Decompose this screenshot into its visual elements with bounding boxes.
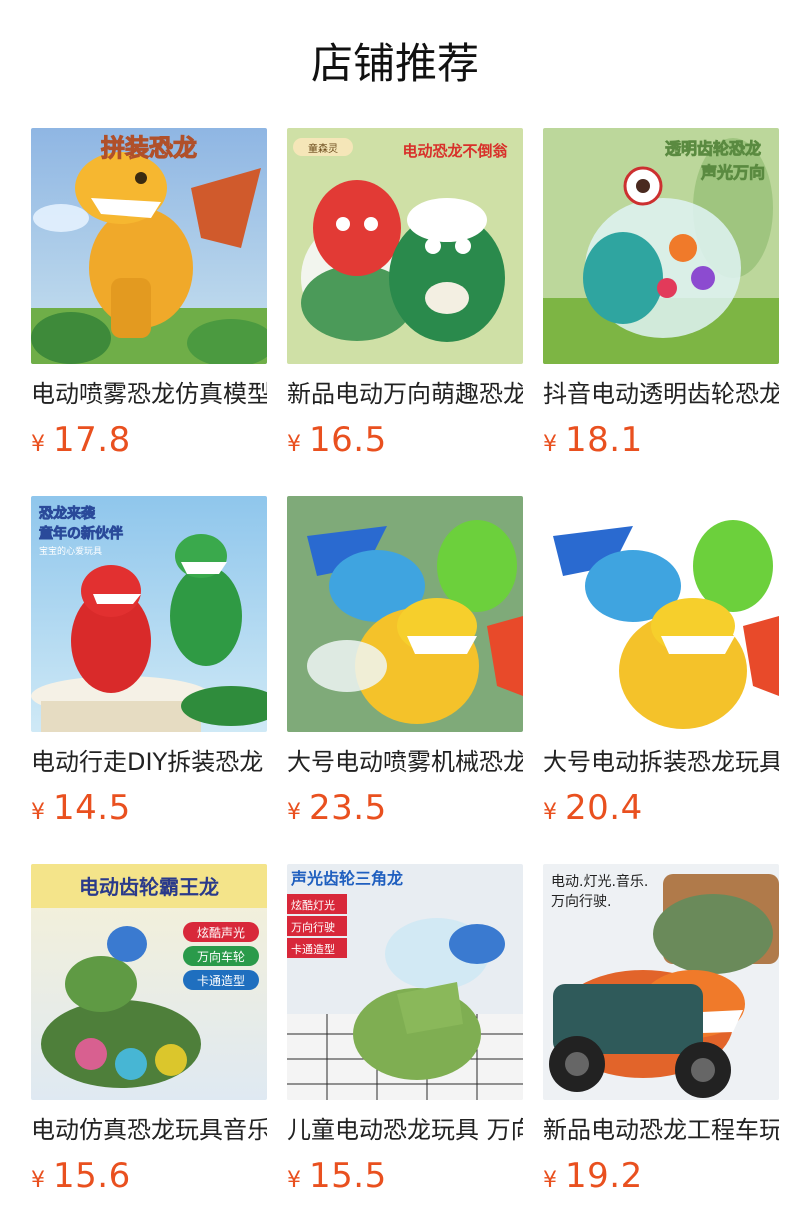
product-image[interactable] xyxy=(287,496,523,732)
price-row: ¥23.5 xyxy=(287,788,523,828)
product-card[interactable]: 电动.灯光.音乐. 万向行驶. 新品电动恐龙工程车玩具 ¥19.2 xyxy=(543,864,779,1232)
product-banner: 电动恐龙不倒翁 xyxy=(402,142,508,160)
product-title[interactable]: 新品电动恐龙工程车玩具 xyxy=(543,1114,779,1146)
product-banner: 透明齿轮恐龙 xyxy=(665,139,761,158)
product-image[interactable]: 透明齿轮恐龙 声光万向 xyxy=(543,128,779,364)
product-card[interactable]: 大号电动喷雾机械恐龙 ¥23.5 xyxy=(287,496,523,864)
product-price: 15.6 xyxy=(53,1156,131,1196)
price-row: ¥17.8 xyxy=(31,420,267,460)
product-price: 19.2 xyxy=(565,1156,643,1196)
price-row: ¥18.1 xyxy=(543,420,779,460)
product-title[interactable]: 抖音电动透明齿轮恐龙 xyxy=(543,378,779,410)
product-feature: 卡通造型 xyxy=(291,942,335,956)
section-title: 店铺推荐 xyxy=(310,39,479,88)
currency-symbol: ¥ xyxy=(287,432,301,457)
product-title[interactable]: 大号电动拆装恐龙玩具 xyxy=(543,746,779,778)
price-row: ¥15.6 xyxy=(31,1156,267,1196)
product-card[interactable]: 拼装恐龙 电动喷雾恐龙仿真模型 ¥17.8 xyxy=(31,128,267,496)
currency-symbol: ¥ xyxy=(287,1168,301,1193)
product-price: 15.5 xyxy=(309,1156,387,1196)
product-feature: 卡通造型 xyxy=(197,974,245,988)
price-row: ¥15.5 xyxy=(287,1156,523,1196)
product-feature: 万向行驶 xyxy=(291,920,335,934)
product-card[interactable]: 童森灵 电动恐龙不倒翁 新品电动万向萌趣恐龙 ¥16.5 xyxy=(287,128,523,496)
product-title[interactable]: 儿童电动恐龙玩具 万向 xyxy=(287,1114,523,1146)
currency-symbol: ¥ xyxy=(543,800,557,825)
currency-symbol: ¥ xyxy=(31,432,45,457)
product-feature: 炫酷灯光 xyxy=(291,898,335,912)
currency-symbol: ¥ xyxy=(31,1168,45,1193)
product-grid: 拼装恐龙 电动喷雾恐龙仿真模型 ¥17.8 童森灵 电动恐龙不倒翁 新品电动万向… xyxy=(31,128,779,1232)
currency-symbol: ¥ xyxy=(543,1168,557,1193)
dinosaur-image: 电动.灯光.音乐. 万向行驶. xyxy=(543,864,779,1100)
product-price: 20.4 xyxy=(565,788,643,828)
currency-symbol: ¥ xyxy=(287,800,301,825)
store-recommendations-page: 店铺推荐 拼装恐龙 电动喷雾恐龙仿真模型 ¥ 17.8 童森灵 电动恐龙不倒翁 … xyxy=(0,0,790,1232)
price-row: ¥19.2 xyxy=(543,1156,779,1196)
product-title[interactable]: 新品电动万向萌趣恐龙 xyxy=(287,378,523,410)
product-title[interactable]: 大号电动喷雾机械恐龙 xyxy=(287,746,523,778)
dinosaur-image xyxy=(543,496,779,732)
product-price: 16.5 xyxy=(309,420,387,460)
product-card[interactable]: 炫酷声光 万向车轮 卡通造型 电动齿轮霸王龙 电动仿真恐龙玩具音乐 ¥15.6 xyxy=(31,864,267,1232)
product-card[interactable]: 恐龙来袭 童年の新伙伴 宝宝的心爱玩具 电动行走DIY拆装恐龙 ¥14.5 xyxy=(31,496,267,864)
product-image[interactable]: 电动.灯光.音乐. 万向行驶. xyxy=(543,864,779,1100)
product-card[interactable]: 大号电动拆装恐龙玩具 ¥20.4 xyxy=(543,496,779,864)
dinosaur-image xyxy=(287,496,523,732)
product-image[interactable]: 炫酷声光 万向车轮 卡通造型 电动齿轮霸王龙 xyxy=(31,864,267,1100)
dinosaur-image: 炫酷灯光 万向行驶 卡通造型 声光齿轮三角龙 xyxy=(287,864,523,1100)
dinosaur-image: 童森灵 电动恐龙不倒翁 xyxy=(287,128,523,364)
product-card[interactable]: 炫酷灯光 万向行驶 卡通造型 声光齿轮三角龙 儿童电动恐龙玩具 万向 ¥15.5 xyxy=(287,864,523,1232)
currency-symbol: ¥ xyxy=(543,432,557,457)
dinosaur-image: 透明齿轮恐龙 声光万向 xyxy=(543,128,779,364)
product-price: 17.8 xyxy=(53,420,131,460)
product-banner: 电动.灯光.音乐. xyxy=(551,873,648,890)
product-title[interactable]: 电动仿真恐龙玩具音乐 xyxy=(31,1114,267,1146)
dinosaur-image: 恐龙来袭 童年の新伙伴 宝宝的心爱玩具 xyxy=(31,496,267,732)
product-price: 18.1 xyxy=(565,420,643,460)
currency-symbol: ¥ xyxy=(31,800,45,825)
product-badge: 童森灵 xyxy=(308,142,338,155)
product-image[interactable]: 拼装恐龙 xyxy=(31,128,267,364)
product-title[interactable]: 电动行走DIY拆装恐龙 xyxy=(31,746,267,778)
product-banner: 电动齿轮霸王龙 xyxy=(79,875,219,899)
product-badge: 童年の新伙伴 xyxy=(39,525,123,542)
product-banner: 拼装恐龙 xyxy=(101,134,197,162)
product-image[interactable] xyxy=(543,496,779,732)
price-row: ¥20.4 xyxy=(543,788,779,828)
product-image[interactable]: 炫酷灯光 万向行驶 卡通造型 声光齿轮三角龙 xyxy=(287,864,523,1100)
dinosaur-image: 炫酷声光 万向车轮 卡通造型 电动齿轮霸王龙 xyxy=(31,864,267,1100)
product-title[interactable]: 电动喷雾恐龙仿真模型 xyxy=(31,378,267,410)
product-badge: 声光万向 xyxy=(700,163,765,182)
product-banner: 声光齿轮三角龙 xyxy=(290,869,403,888)
product-badge: 万向行驶. xyxy=(551,894,611,910)
dinosaur-image: 拼装恐龙 xyxy=(31,128,267,364)
product-card[interactable]: 透明齿轮恐龙 声光万向 抖音电动透明齿轮恐龙 ¥18.1 xyxy=(543,128,779,496)
product-feature: 炫酷声光 xyxy=(197,925,245,940)
product-feature: 万向车轮 xyxy=(197,949,245,964)
price-row: ¥14.5 xyxy=(31,788,267,828)
product-image[interactable]: 恐龙来袭 童年の新伙伴 宝宝的心爱玩具 xyxy=(31,496,267,732)
product-banner: 恐龙来袭 xyxy=(39,505,96,522)
product-image[interactable]: 童森灵 电动恐龙不倒翁 xyxy=(287,128,523,364)
price-row: ¥16.5 xyxy=(287,420,523,460)
product-tagline: 宝宝的心爱玩具 xyxy=(39,545,102,557)
product-price: 14.5 xyxy=(53,788,131,828)
product-price: 23.5 xyxy=(309,788,387,828)
